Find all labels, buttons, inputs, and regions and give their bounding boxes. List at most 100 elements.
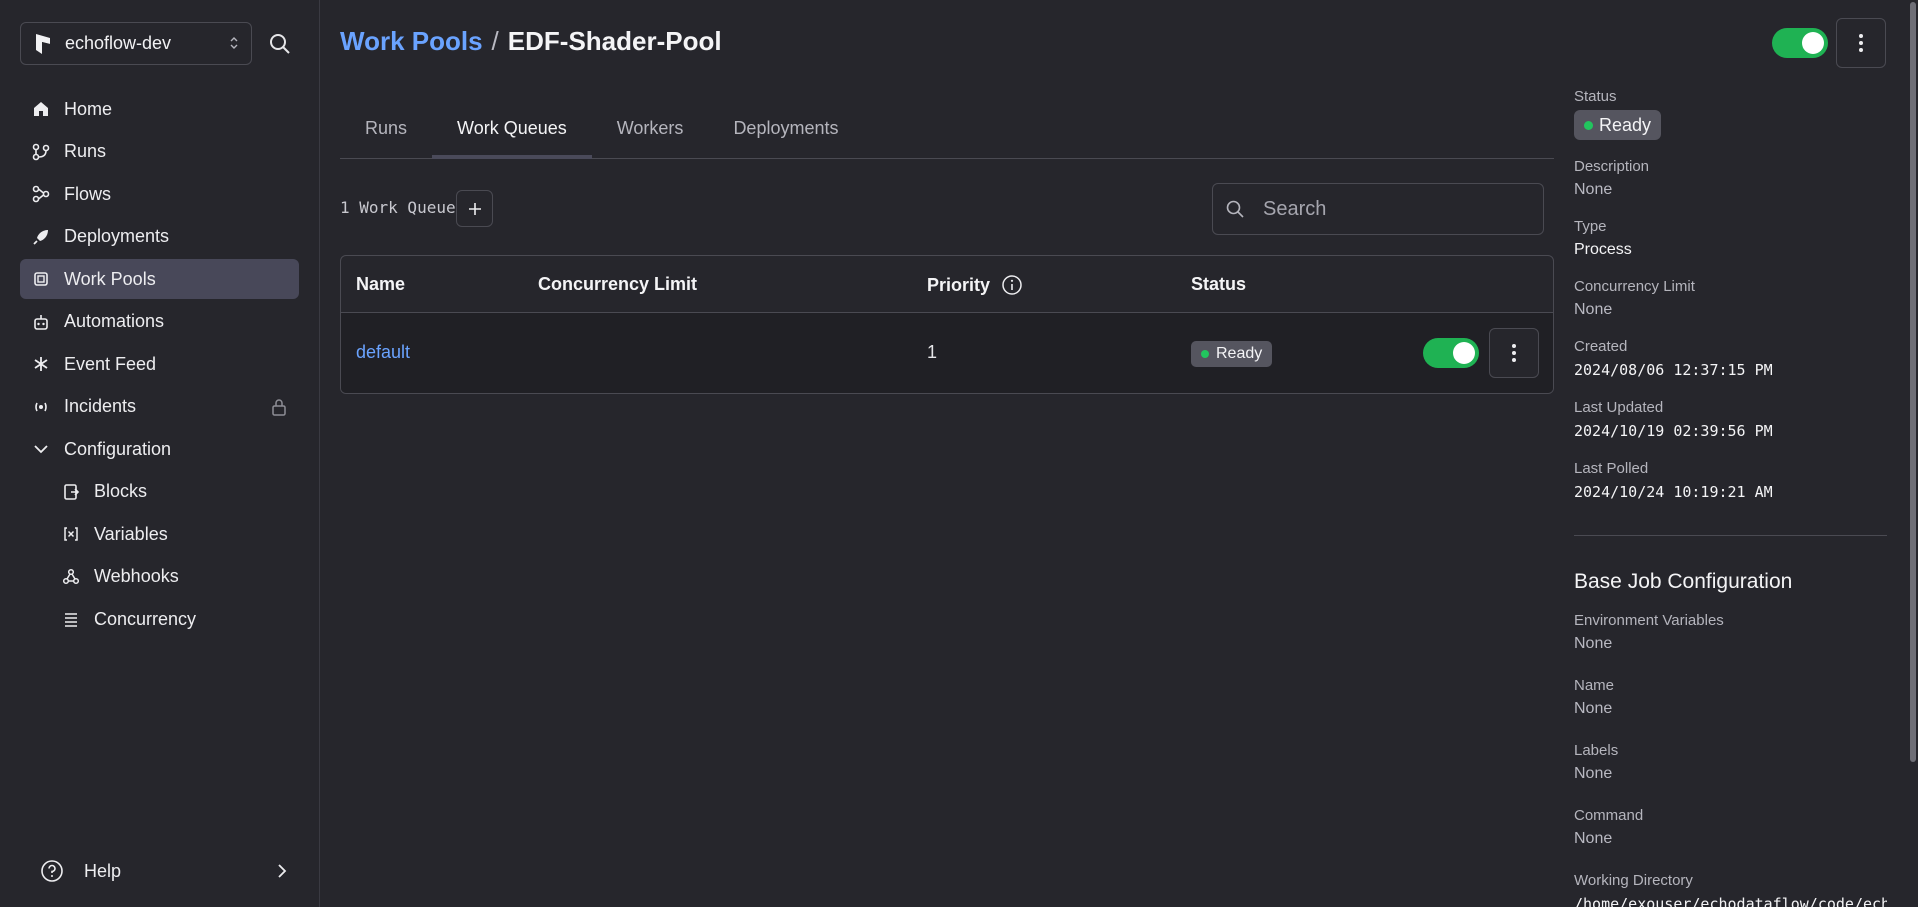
tab-runs[interactable]: Runs <box>340 100 432 157</box>
blocks-icon <box>62 483 80 501</box>
sidebar-item-deployments[interactable]: Deployments <box>20 217 299 257</box>
column-header-status[interactable]: Status <box>1191 274 1246 295</box>
main-nav: Home Runs Flows Deployments Work Pools A… <box>20 89 299 642</box>
column-header-name[interactable]: Name <box>356 274 405 295</box>
scrollbar-thumb[interactable] <box>1910 2 1916 762</box>
detail-value: 2024/10/24 10:19:21 AM <box>1574 483 1773 501</box>
tab-workers[interactable]: Workers <box>592 100 709 157</box>
rocket-icon <box>32 228 50 246</box>
sidebar-item-concurrency[interactable]: Concurrency <box>20 599 299 639</box>
detail-labels: Labels None <box>1574 742 1618 783</box>
detail-label: Environment Variables <box>1574 612 1724 629</box>
home-icon <box>32 100 50 118</box>
detail-label: Created <box>1574 338 1628 355</box>
sidebar-item-blocks[interactable]: Blocks <box>20 472 299 512</box>
search-icon[interactable] <box>268 32 292 56</box>
work-queue-name-link[interactable]: default <box>356 342 410 363</box>
sidebar-item-flows[interactable]: Flows <box>20 174 299 214</box>
more-vertical-icon <box>1859 34 1863 52</box>
detail-label: Last Updated <box>1574 399 1664 416</box>
lock-icon <box>272 398 286 416</box>
work-pool-menu-button[interactable] <box>1836 18 1886 68</box>
help-menu[interactable]: Help <box>40 857 290 885</box>
detail-created: Created 2024/08/06 12:37:15 PM <box>1574 338 1773 379</box>
status-badge-label: Ready <box>1599 114 1652 135</box>
chevron-down-icon <box>32 440 50 458</box>
status-badge: Ready <box>1191 341 1273 367</box>
detail-value: 2024/08/06 12:37:15 PM <box>1574 361 1773 379</box>
detail-working-directory: Working Directory /home/exouser/echodata… <box>1574 872 1887 907</box>
sidebar-item-home[interactable]: Home <box>20 89 299 129</box>
sidebar-item-event-feed[interactable]: Event Feed <box>20 344 299 384</box>
detail-value: 2024/10/19 02:39:56 PM <box>1574 422 1773 440</box>
detail-label: Last Polled <box>1574 460 1649 477</box>
sidebar-item-runs[interactable]: Runs <box>20 132 299 172</box>
add-work-queue-button[interactable] <box>456 190 493 227</box>
sidebar-item-label: Automations <box>64 311 165 331</box>
detail-label: Working Directory <box>1574 872 1693 889</box>
detail-value: None <box>1574 635 1613 652</box>
detail-value: None <box>1574 700 1613 717</box>
detail-value: /home/exouser/echodataflow/code/echodat <box>1574 895 1887 907</box>
table-header: Name Concurrency Limit Priority Status <box>341 256 1553 313</box>
incident-icon <box>32 398 50 416</box>
detail-environment-variables: Environment Variables None <box>1574 612 1724 653</box>
detail-label: Command <box>1574 807 1644 824</box>
column-header-priority[interactable]: Priority <box>927 274 1023 296</box>
sidebar-item-variables[interactable]: Variables <box>20 514 299 554</box>
column-header-concurrency-limit[interactable]: Concurrency Limit <box>538 274 697 295</box>
breadcrumb-work-pools-link[interactable]: Work Pools <box>340 26 483 57</box>
chevron-right-icon <box>278 864 287 878</box>
page-scrollbar[interactable] <box>1907 0 1918 907</box>
breadcrumb: Work Pools / EDF-Shader-Pool <box>340 26 722 57</box>
flows-icon <box>32 185 50 203</box>
cpu-icon <box>32 270 50 288</box>
work-queue-enabled-toggle[interactable] <box>1423 338 1479 368</box>
status-badge: Ready <box>1574 110 1662 140</box>
detail-label: Description <box>1574 158 1650 175</box>
search-input[interactable] <box>1263 197 1533 221</box>
work-queue-menu-button[interactable] <box>1489 328 1539 378</box>
detail-command: Command None <box>1574 807 1643 848</box>
configuration-submenu: Blocks Variables Webhooks Concurrency <box>20 472 299 640</box>
sidebar-item-work-pools[interactable]: Work Pools <box>20 259 299 299</box>
workspace-switcher[interactable]: echoflow-dev <box>20 22 252 65</box>
sidebar: echoflow-dev Home Runs Flows Deployments… <box>0 0 320 907</box>
asterisk-icon <box>32 355 50 373</box>
column-header-priority-label: Priority <box>927 274 991 295</box>
status-badge-label: Ready <box>1216 345 1263 362</box>
detail-concurrency-limit: Concurrency Limit None <box>1574 278 1695 319</box>
help-label: Help <box>84 860 122 881</box>
runs-icon <box>32 143 50 161</box>
page-title: EDF-Shader-Pool <box>507 26 722 56</box>
concurrency-icon <box>62 610 80 628</box>
robot-icon <box>32 313 50 331</box>
sidebar-item-label: Concurrency <box>94 608 197 629</box>
detail-value: None <box>1574 765 1613 782</box>
webhook-icon <box>62 568 80 586</box>
sidebar-item-label: Variables <box>94 523 168 544</box>
tab-deployments[interactable]: Deployments <box>708 100 863 157</box>
work-pool-enabled-toggle[interactable] <box>1772 28 1828 58</box>
tab-work-queues[interactable]: Work Queues <box>432 100 592 159</box>
detail-label: Type <box>1574 218 1607 235</box>
detail-label: Status <box>1574 88 1617 105</box>
sidebar-item-configuration[interactable]: Configuration <box>20 429 299 469</box>
detail-label: Concurrency Limit <box>1574 278 1695 295</box>
sidebar-item-incidents[interactable]: Incidents <box>20 387 299 427</box>
variables-icon <box>62 525 80 543</box>
detail-last-polled: Last Polled 2024/10/24 10:19:21 AM <box>1574 460 1773 501</box>
sidebar-item-label: Blocks <box>94 481 148 501</box>
sidebar-item-label: Home <box>64 98 113 119</box>
info-icon[interactable] <box>1001 274 1023 296</box>
sidebar-item-label: Flows <box>64 183 112 204</box>
detail-description: Description None <box>1574 158 1649 199</box>
detail-value: Process <box>1574 241 1632 258</box>
sidebar-item-label: Incidents <box>64 396 137 416</box>
sidebar-item-webhooks[interactable]: Webhooks <box>20 557 299 597</box>
detail-label: Labels <box>1574 742 1619 759</box>
base-job-configuration-title: Base Job Configuration <box>1574 570 1793 593</box>
sidebar-item-automations[interactable]: Automations <box>20 302 299 342</box>
divider <box>1574 535 1887 536</box>
work-queue-search <box>1212 183 1544 235</box>
